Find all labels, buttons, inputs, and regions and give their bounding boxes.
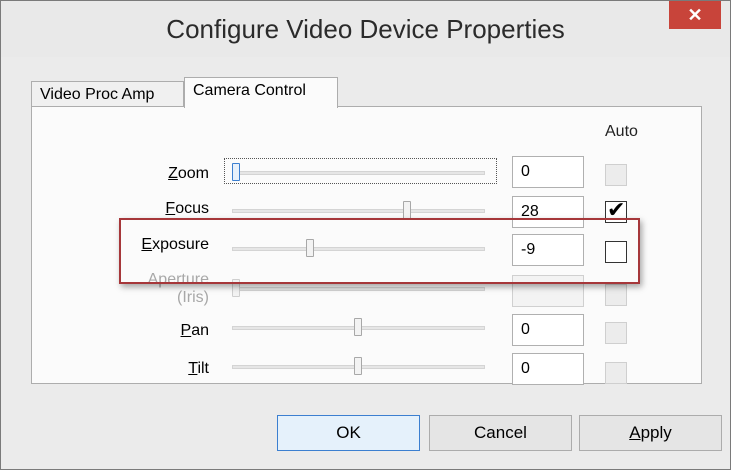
close-button[interactable]: ✕ [669, 1, 721, 29]
tilt-auto-checkbox [605, 362, 627, 384]
focus-label: Focus [165, 200, 209, 217]
zoom-slider-thumb[interactable] [232, 163, 240, 181]
zoom-slider-track[interactable] [232, 171, 485, 175]
aperture-auto-checkbox [605, 284, 627, 306]
zoom-label: Zoom [168, 165, 209, 182]
tab-video-proc-amp[interactable]: Video Proc Amp [31, 81, 184, 107]
cancel-button[interactable]: Cancel [429, 415, 572, 451]
title-bar[interactable]: Configure Video Device Properties ✕ [1, 1, 730, 57]
zoom-value-field[interactable]: 0 [512, 156, 584, 188]
pan-label: Pan [180, 322, 209, 339]
tab-label: Video Proc Amp [40, 86, 155, 103]
pan-slider-thumb[interactable] [354, 318, 362, 336]
zoom-auto-checkbox[interactable] [605, 164, 627, 186]
focus-slider-thumb[interactable] [403, 201, 411, 219]
window-title: Configure Video Device Properties [166, 14, 565, 44]
aperture-slider-track [232, 287, 485, 291]
tilt-value-field[interactable]: 0 [512, 353, 584, 385]
tilt-label: Tilt [188, 360, 209, 377]
apply-accesskey: A [629, 423, 641, 442]
apply-button[interactable]: Apply [579, 415, 722, 451]
dialog-window: Configure Video Device Properties ✕ Vide… [0, 0, 731, 470]
pan-auto-checkbox [605, 322, 627, 344]
tilt-slider-thumb[interactable] [354, 357, 362, 375]
tab-label: Camera Control [193, 82, 306, 99]
pan-value-field[interactable]: 0 [512, 314, 584, 346]
tab-camera-control[interactable]: Camera Control [184, 77, 338, 108]
close-icon: ✕ [687, 5, 703, 25]
ok-button[interactable]: OK [277, 415, 420, 451]
apply-label-rest: pply [640, 423, 672, 442]
auto-column-header: Auto [605, 123, 638, 140]
focus-slider-track[interactable] [232, 209, 485, 213]
exposure-highlight-box [119, 218, 640, 284]
